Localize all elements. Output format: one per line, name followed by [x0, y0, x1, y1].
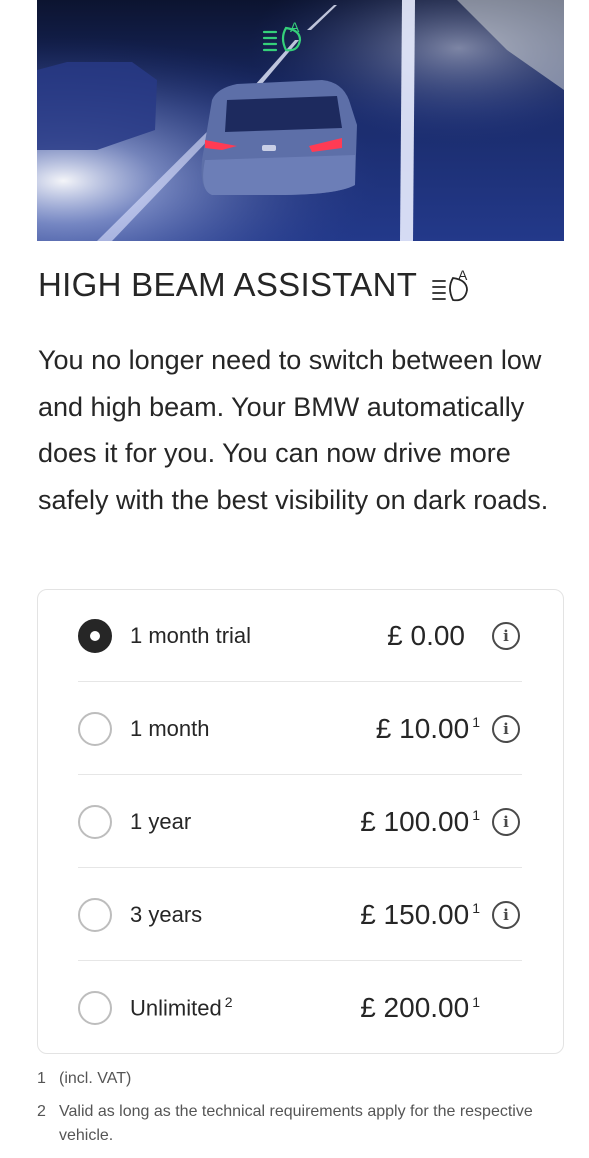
footnote-1: 1 (incl. VAT) — [37, 1067, 131, 1091]
option-label: 1 year — [130, 808, 192, 834]
info-icon[interactable]: i — [492, 900, 520, 929]
footnote-2: 2 Valid as long as the technical requirem… — [37, 1100, 537, 1148]
option-price: £ 150.00 1 — [360, 898, 480, 930]
price-footnote-marker: 1 — [472, 900, 480, 917]
info-icon[interactable]: i — [492, 621, 520, 650]
radio-button[interactable] — [78, 991, 112, 1025]
info-icon[interactable]: i — [492, 714, 520, 743]
label-footnote-marker: 2 — [224, 994, 233, 1011]
option-label: 1 month trial — [130, 622, 252, 648]
option-price: £ 10.00 1 — [375, 712, 480, 744]
option-label: Unlimited 2 — [130, 994, 233, 1021]
option-1-month[interactable]: 1 month £ 10.00 1 i — [78, 683, 522, 775]
footnote-number: 1 — [37, 1070, 46, 1087]
radio-button-selected[interactable] — [78, 618, 112, 653]
footnote-text: Valid as long as the technical requireme… — [59, 1103, 533, 1144]
option-1-month-trial[interactable]: 1 month trial £ 0.00 i — [78, 590, 522, 682]
high-beam-assistant-icon: A — [432, 267, 468, 302]
option-price: £ 200.00 1 — [360, 992, 480, 1023]
hero-image: A — [37, 0, 564, 241]
option-label: 1 month — [130, 715, 210, 741]
feature-title: HIGH BEAM ASSISTANT — [38, 266, 418, 303]
option-1-year[interactable]: 1 year £ 100.00 1 i — [78, 776, 522, 868]
radio-button[interactable] — [78, 804, 112, 839]
feature-title-row: HIGH BEAM ASSISTANT A — [38, 266, 473, 304]
svg-text:A: A — [290, 19, 300, 35]
footnote-text: (incl. VAT) — [59, 1070, 132, 1087]
price-footnote-marker: 1 — [472, 714, 480, 731]
svg-text:A: A — [458, 267, 468, 283]
info-icon[interactable]: i — [492, 807, 520, 836]
radio-button[interactable] — [78, 897, 112, 932]
subscription-options: 1 month trial £ 0.00 i 1 month £ 10.00 1 … — [37, 589, 564, 1054]
option-price: £ 100.00 1 — [360, 805, 480, 837]
option-price: £ 0.00 — [387, 619, 465, 651]
price-footnote-marker: 1 — [472, 807, 480, 824]
high-beam-assistant-icon: A — [262, 19, 302, 52]
price-footnote-marker: 1 — [472, 993, 480, 1010]
option-unlimited[interactable]: Unlimited 2 £ 200.00 1 — [78, 962, 522, 1054]
footnote-number: 2 — [37, 1103, 46, 1120]
radio-button[interactable] — [78, 711, 112, 746]
option-label: 3 years — [130, 901, 203, 927]
feature-description: You no longer need to switch between low… — [38, 345, 549, 515]
option-3-years[interactable]: 3 years £ 150.00 1 i — [78, 869, 522, 961]
